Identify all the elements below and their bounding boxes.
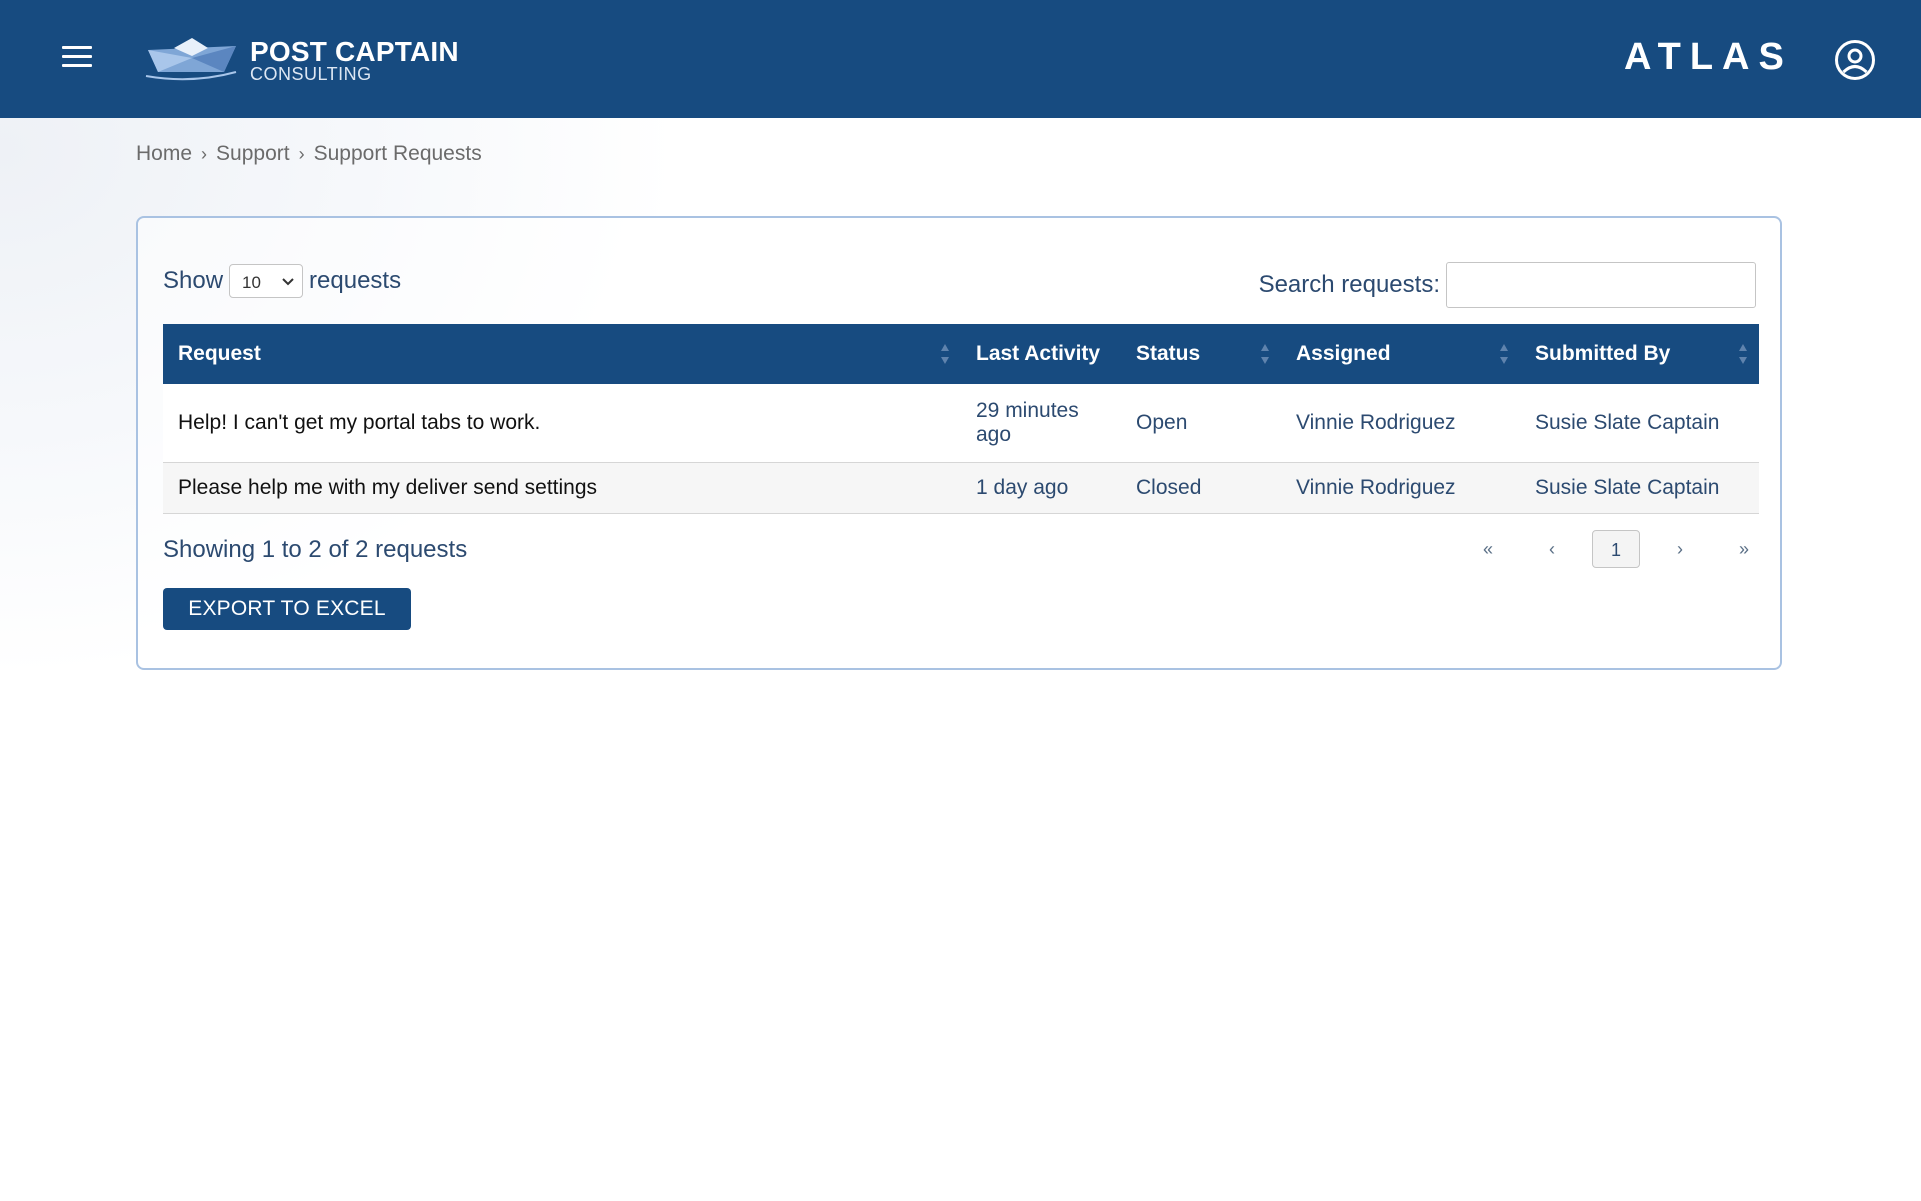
show-suffix: requests — [309, 267, 402, 294]
column-header-label: Submitted By — [1535, 342, 1671, 365]
table-info: Showing 1 to 2 of 2 requests — [163, 536, 468, 563]
column-header-assigned[interactable]: Assigned — [1281, 324, 1520, 384]
cell-last-activity: 29 minutes ago — [961, 384, 1121, 463]
last-page-button[interactable]: » — [1720, 530, 1768, 568]
breadcrumb-support[interactable]: Support — [216, 142, 290, 165]
atlas-brand: ATLAS — [1624, 36, 1793, 78]
requests-panel: Show 10 requests Search requests: Reques… — [136, 216, 1782, 670]
search-input[interactable] — [1446, 262, 1756, 308]
column-header-label: Status — [1136, 342, 1201, 365]
column-header-label: Request — [178, 342, 261, 365]
cell-last-activity: 1 day ago — [961, 462, 1121, 514]
breadcrumb-separator-icon: › — [298, 144, 305, 164]
cell-request[interactable]: Please help me with my deliver send sett… — [163, 462, 961, 514]
top-header: POST CAPTAIN CONSULTING ATLAS — [0, 0, 1921, 118]
column-header-last-activity[interactable]: Last Activity — [961, 324, 1121, 384]
previous-page-button[interactable]: ‹ — [1528, 530, 1576, 568]
breadcrumb-current: Support Requests — [313, 142, 482, 165]
column-header-request[interactable]: Request — [163, 324, 961, 384]
cell-status: Open — [1121, 384, 1281, 463]
next-page-button[interactable]: › — [1656, 530, 1704, 568]
breadcrumb-home[interactable]: Home — [136, 142, 192, 165]
cell-submitted-by: Susie Slate Captain — [1520, 462, 1759, 514]
first-page-button[interactable]: « — [1464, 530, 1512, 568]
chevron-down-icon — [282, 278, 294, 286]
sort-icon — [1739, 344, 1747, 364]
page-length-select[interactable]: 10 — [229, 264, 304, 298]
show-label: Show — [163, 267, 224, 294]
export-to-excel-button[interactable]: EXPORT TO EXCEL — [163, 588, 411, 630]
breadcrumb: Home › Support › Support Requests — [136, 142, 482, 166]
breadcrumb-separator-icon: › — [201, 144, 208, 164]
user-account-icon[interactable] — [1834, 39, 1876, 81]
table-row[interactable]: Help! I can't get my portal tabs to work… — [163, 384, 1759, 463]
column-header-submitted-by[interactable]: Submitted By — [1520, 324, 1759, 384]
cell-submitted-by: Susie Slate Captain — [1520, 384, 1759, 463]
pagination: « ‹ 1 › » — [1464, 530, 1764, 570]
hamburger-menu-icon[interactable] — [62, 46, 96, 74]
table-header-row: Request Last Activity Status Assigned Su… — [163, 324, 1759, 384]
sort-icon — [941, 344, 949, 364]
sort-icon — [1500, 344, 1508, 364]
page-length-value: 10 — [242, 273, 261, 292]
search-control: Search requests: — [1259, 262, 1756, 308]
post-captain-logo[interactable]: POST CAPTAIN CONSULTING — [144, 36, 464, 84]
logo-subtitle: CONSULTING — [250, 64, 372, 84]
requests-table: Request Last Activity Status Assigned Su… — [163, 324, 1759, 514]
table-row[interactable]: Please help me with my deliver send sett… — [163, 462, 1759, 514]
search-label: Search requests: — [1258, 271, 1440, 298]
column-header-label: Assigned — [1296, 342, 1391, 365]
cell-request[interactable]: Help! I can't get my portal tabs to work… — [163, 384, 961, 463]
cell-status: Closed — [1121, 462, 1281, 514]
column-header-label: Last Activity — [976, 342, 1101, 365]
paper-boat-icon — [145, 38, 237, 81]
page-length-control: Show 10 requests — [163, 264, 401, 298]
cell-assigned: Vinnie Rodriguez — [1281, 384, 1520, 463]
page-1-button[interactable]: 1 — [1592, 530, 1640, 568]
sort-icon — [1261, 344, 1269, 364]
column-header-status[interactable]: Status — [1121, 324, 1281, 384]
cell-assigned: Vinnie Rodriguez — [1281, 462, 1520, 514]
